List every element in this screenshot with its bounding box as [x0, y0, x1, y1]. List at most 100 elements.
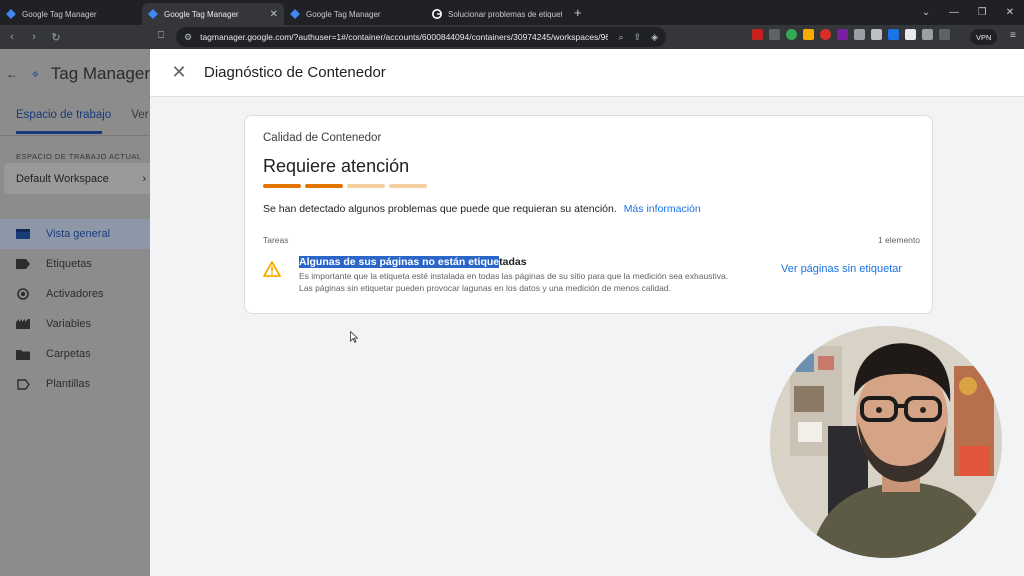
- tab-workspace[interactable]: Espacio de trabajo: [0, 101, 111, 133]
- sidebar-item-variables[interactable]: Variables: [0, 309, 150, 339]
- reload-icon[interactable]: ↻: [46, 31, 66, 44]
- maximize-icon[interactable]: ❐: [968, 7, 996, 18]
- close-window-icon[interactable]: ✕: [996, 7, 1024, 18]
- extension-icon[interactable]: [820, 29, 831, 40]
- tab-search-icon[interactable]: ⌄: [912, 7, 940, 18]
- issue-title-rest: tadas: [499, 256, 527, 268]
- browser-tab-2[interactable]: Google Tag Manager ✕: [142, 3, 284, 25]
- extension-icon[interactable]: [803, 29, 814, 40]
- address-bar[interactable]: ⚙ tagmanager.google.com/?authuser=1#/con…: [176, 27, 666, 47]
- close-icon[interactable]: ✕: [170, 62, 188, 83]
- extension-icon[interactable]: [871, 29, 882, 40]
- quality-segment-filled: [305, 184, 343, 188]
- tab-label: Google Tag Manager: [164, 9, 239, 19]
- workspace-selector[interactable]: Default Workspace ›: [4, 163, 156, 194]
- chevron-right-icon: ›: [142, 172, 146, 185]
- gtm-logo-icon: [32, 70, 39, 78]
- active-tab-indicator: [16, 131, 102, 134]
- url-text[interactable]: tagmanager.google.com/?authuser=1#/conta…: [200, 32, 608, 42]
- sidebar-item-label: Plantillas: [46, 378, 91, 390]
- extension-icon[interactable]: [888, 29, 899, 40]
- bookmark-icon[interactable]: ⎕: [158, 30, 164, 41]
- sidebar-item-label: Etiquetas: [46, 258, 92, 270]
- sidebar-toggle-icon[interactable]: [939, 29, 950, 40]
- sidebar-item-templates[interactable]: Plantillas: [0, 369, 150, 399]
- brave-shield-icon[interactable]: ◈: [651, 32, 658, 43]
- tab-label: Google Tag Manager: [22, 9, 97, 19]
- quality-meter: [263, 184, 427, 188]
- workspace-name: Default Workspace: [16, 172, 109, 185]
- extension-icon[interactable]: [752, 29, 763, 40]
- mouse-cursor-icon: [350, 331, 358, 343]
- card-message: Se han detectado algunos problemas que p…: [263, 203, 701, 215]
- new-tab-icon[interactable]: +: [574, 5, 582, 20]
- extensions-row: [752, 29, 950, 40]
- zoom-icon[interactable]: ⌕: [618, 32, 623, 43]
- sidebar-item-label: Carpetas: [46, 348, 91, 360]
- template-icon: [16, 378, 30, 390]
- gtm-favicon-icon: [290, 9, 300, 19]
- extension-icon[interactable]: [786, 29, 797, 40]
- view-untagged-pages-button[interactable]: Ver páginas sin etiquetar: [781, 263, 902, 275]
- window-controls: ⌄ — ❐ ✕: [912, 0, 1024, 25]
- back-arrow-icon[interactable]: ←: [6, 67, 18, 81]
- folder-icon: [16, 348, 30, 360]
- site-info-icon[interactable]: ⚙: [184, 32, 192, 43]
- tasks-count: 1 elemento: [877, 235, 920, 245]
- minimize-icon[interactable]: —: [940, 7, 968, 18]
- tasks-label: Tareas: [263, 235, 289, 245]
- screen: Google Tag Manager Google Tag Manager ✕ …: [0, 0, 1024, 576]
- quality-segment-empty: [347, 184, 385, 188]
- extension-icon[interactable]: [837, 29, 848, 40]
- sidebar: ← Tag Manager Espacio de trabajo Ver ESP…: [0, 49, 156, 576]
- browser-tab-4[interactable]: Solucionar problemas de etiquetas e: [426, 3, 568, 25]
- sidebar-item-tags[interactable]: Etiquetas: [0, 249, 150, 279]
- tag-icon: [16, 258, 30, 270]
- overview-icon: [16, 228, 30, 240]
- workspace-caption: ESPACIO DE TRABAJO ACTUAL: [16, 152, 142, 161]
- quality-status: Requiere atención: [263, 156, 410, 176]
- close-tab-icon[interactable]: ✕: [270, 9, 278, 20]
- browser-tab-strip: Google Tag Manager Google Tag Manager ✕ …: [0, 0, 1024, 25]
- card-subtitle: Calidad de Contenedor: [263, 132, 382, 144]
- extension-icon[interactable]: [905, 29, 916, 40]
- sidebar-item-label: Activadores: [46, 288, 104, 300]
- issue-title[interactable]: Algunas de sus páginas no están etiqueta…: [299, 256, 527, 268]
- back-icon[interactable]: ‹: [2, 31, 22, 43]
- selected-text: Algunas de sus páginas no están etique: [299, 256, 500, 268]
- forward-icon[interactable]: ›: [24, 31, 44, 43]
- sidebar-item-folders[interactable]: Carpetas: [0, 339, 150, 369]
- more-info-link[interactable]: Más información: [624, 203, 701, 215]
- browser-tab-1[interactable]: Google Tag Manager: [0, 3, 142, 25]
- vpn-button[interactable]: VPN: [970, 29, 998, 45]
- divider: [0, 135, 150, 136]
- workspace-tabs: Espacio de trabajo Ver: [0, 101, 150, 133]
- tab-label: Google Tag Manager: [306, 9, 381, 19]
- issue-description: Es importante que la etiqueta esté insta…: [299, 271, 729, 293]
- google-favicon-icon: [432, 9, 442, 19]
- share-icon[interactable]: ⇪: [634, 32, 642, 43]
- gtm-favicon-icon: [6, 9, 16, 19]
- gtm-favicon-icon: [148, 9, 158, 19]
- sidebar-item-overview[interactable]: Vista general: [0, 219, 150, 249]
- extension-icon[interactable]: [769, 29, 780, 40]
- browser-menu-icon[interactable]: ≡: [1010, 30, 1016, 41]
- webcam-overlay: [770, 326, 1002, 558]
- app-header: ← Tag Manager: [0, 49, 150, 99]
- sidebar-item-label: Variables: [46, 318, 92, 330]
- extension-icon[interactable]: [854, 29, 865, 40]
- tab-versions[interactable]: Ver: [111, 101, 148, 133]
- browser-tab-3[interactable]: Google Tag Manager: [284, 3, 426, 25]
- puzzle-extensions-icon[interactable]: [922, 29, 933, 40]
- variables-icon: [16, 318, 30, 330]
- sidebar-item-triggers[interactable]: Activadores: [0, 279, 150, 309]
- sidebar-nav: Vista general Etiquetas Activadores Vari…: [0, 219, 150, 399]
- panel-header: ✕ Diagnóstico de Contenedor: [150, 49, 1024, 97]
- browser-toolbar: ‹ › ↻ ⎕ ⚙ tagmanager.google.com/?authuse…: [0, 25, 1024, 49]
- container-quality-card: Calidad de Contenedor Requiere atención …: [244, 115, 933, 314]
- sidebar-item-label: Vista general: [46, 228, 111, 240]
- tab-label: Solucionar problemas de etiquetas e: [448, 9, 562, 19]
- message-text: Se han detectado algunos problemas que p…: [263, 203, 617, 215]
- warning-icon: [263, 261, 281, 277]
- quality-segment-filled: [263, 184, 301, 188]
